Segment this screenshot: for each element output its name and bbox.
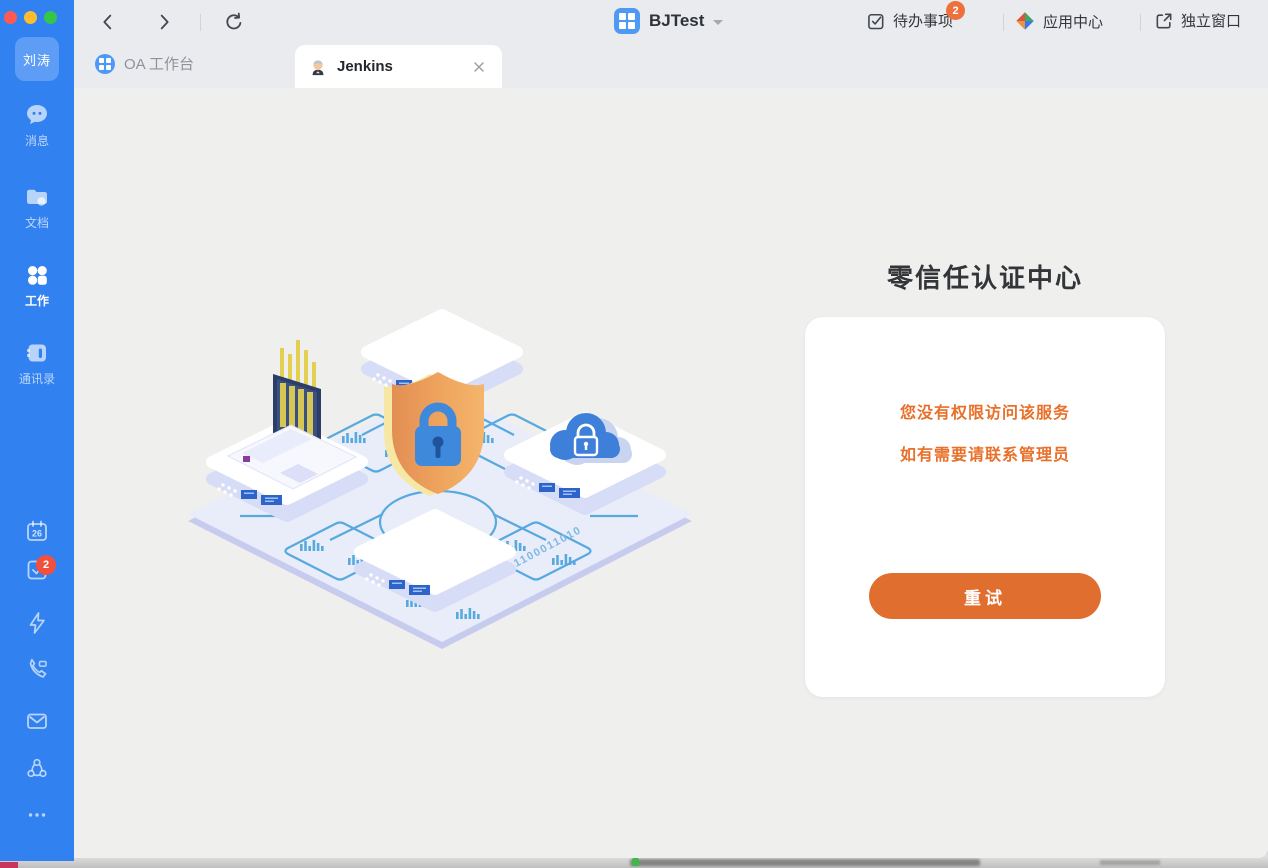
app-center-button[interactable]: 应用中心 [1014,10,1103,32]
background-window-red-fragment [0,862,18,868]
background-window-green-icon [632,858,639,866]
sidebar-item-contacts[interactable]: 通讯录 [0,340,74,387]
back-chevron-icon [97,11,119,33]
standalone-window-label: 独立窗口 [1181,10,1241,31]
app-center-icon [1014,10,1036,32]
calendar-day: 26 [32,529,42,539]
calendar-icon: 26 [24,518,50,544]
toolbar-divider [1003,14,1004,31]
tab-strip: OA 工作台 Jenkins [74,45,1268,88]
refresh-button[interactable] [220,8,248,36]
standalone-window-button[interactable]: 独立窗口 [1154,10,1241,31]
sidebar-item-label: 工作 [0,292,74,309]
back-button[interactable] [94,8,122,36]
workspace-title: BJTest [649,11,704,31]
tab-label: OA 工作台 [124,53,194,74]
close-icon [471,59,487,75]
forward-button[interactable] [150,8,178,36]
tab-label: Jenkins [337,58,460,75]
window-controls [4,11,57,24]
sidebar-item-label: 文档 [0,214,74,231]
zero-trust-illustration: 0101100011010 [180,290,700,660]
jenkins-butler-icon [309,58,327,76]
workspace-grid-icon [614,8,640,34]
todo-checkbox-icon [866,11,886,31]
contacts-book-icon [24,340,50,366]
quick-actions-button[interactable] [24,610,50,636]
forward-chevron-icon [153,11,175,33]
zoom-window-button[interactable] [44,11,57,24]
sidebar-item-label: 通讯录 [0,370,74,387]
video-call-icon [24,657,50,683]
sidebar: 刘涛 消息 文档 工作 [0,0,74,861]
tab-oa-workbench[interactable]: OA 工作台 [95,53,194,74]
chevron-down-icon [713,20,723,25]
calendar-button[interactable]: 26 [24,518,50,544]
background-window-text-smudge [1100,860,1160,865]
workspace-switcher[interactable]: BJTest [614,8,723,34]
user-avatar[interactable]: 刘涛 [15,37,59,81]
page-title: 零信任认证中心 [805,258,1165,295]
chat-bubble-icon [24,102,50,128]
retry-button[interactable]: 重试 [869,573,1101,619]
close-window-button[interactable] [4,11,17,24]
refresh-icon [223,11,245,33]
sidebar-item-label: 消息 [0,132,74,149]
tab-jenkins[interactable]: Jenkins [295,45,502,88]
main-content: 0101100011010 [74,88,1268,858]
tasks-badge: 2 [36,555,56,575]
open-in-window-icon [1154,11,1174,31]
toolbar-divider [200,14,201,31]
toolbar-divider [1140,14,1141,31]
contact-admin-message: 如有需要请联系管理员 [805,441,1165,465]
minimize-window-button[interactable] [24,11,37,24]
auth-message-card: 您没有权限访问该服务 如有需要请联系管理员 重试 [805,317,1165,697]
todo-badge: 2 [946,1,965,20]
topbar: BJTest 待办事项 2 应用中心 [74,0,1268,45]
mail-icon [24,708,50,734]
docs-folder-icon [24,184,50,210]
lightning-icon [24,610,50,636]
background-window-text-smudge [630,859,980,866]
more-ellipsis-icon [24,802,50,828]
org-network-button[interactable] [24,755,50,781]
sidebar-item-work[interactable]: 工作 [0,262,74,309]
todo-button[interactable]: 待办事项 [866,10,953,31]
org-network-icon [24,755,50,781]
sidebar-item-docs[interactable]: 文档 [0,184,74,231]
mail-button[interactable] [24,708,50,734]
todo-label: 待办事项 [893,10,953,31]
close-tab-button[interactable] [470,58,488,76]
workbench-grid-icon [95,54,115,74]
workbench-clover-icon [24,262,50,288]
app-center-label: 应用中心 [1043,11,1103,32]
permission-denied-message: 您没有权限访问该服务 [805,399,1165,423]
video-call-button[interactable] [24,657,50,683]
cloud-lock-graphic [550,413,632,465]
sidebar-item-messages[interactable]: 消息 [0,102,74,149]
more-button[interactable] [24,802,50,828]
